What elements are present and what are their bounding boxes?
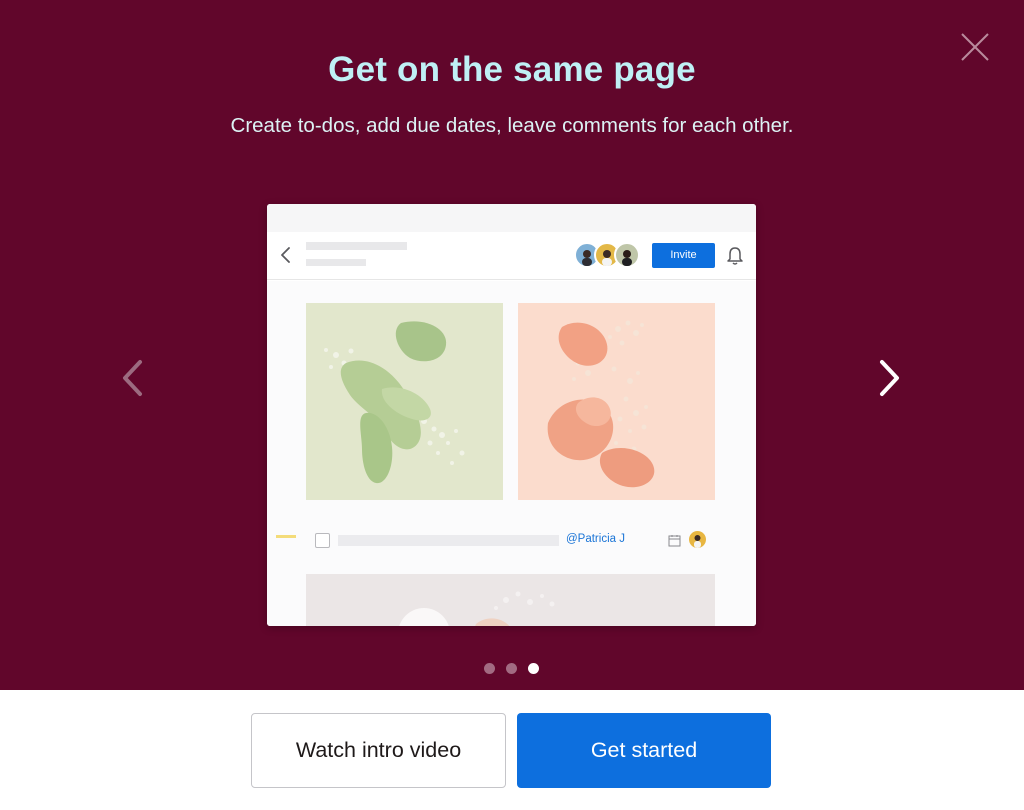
green-swatch-illustration (324, 321, 465, 484)
carousel-dot[interactable] (484, 663, 495, 674)
get-started-button[interactable]: Get started (517, 713, 771, 788)
carousel-pagination (484, 663, 544, 674)
preview-top-strip (267, 204, 756, 232)
chevron-left-icon (123, 360, 142, 396)
page-subtitle: Create to-dos, add due dates, leave comm… (230, 114, 794, 137)
green-product-image[interactable] (306, 303, 503, 500)
calendar-icon[interactable] (668, 534, 681, 547)
assignee-face (694, 535, 701, 548)
task-checkbox[interactable] (315, 533, 330, 548)
peach-swatch-illustration (547, 320, 655, 488)
invite-button[interactable]: Invite (652, 243, 715, 268)
task-mention[interactable]: @Patricia J (566, 533, 625, 545)
carousel-dot[interactable] (506, 663, 517, 674)
avatar-faces (582, 250, 632, 266)
chevron-left-icon[interactable] (279, 246, 293, 264)
task-text-placeholder (338, 535, 559, 546)
page-title: Get on the same page (328, 50, 696, 89)
third-product-image[interactable] (306, 574, 715, 626)
title-placeholder (306, 242, 407, 250)
previous-slide-button[interactable] (113, 352, 153, 404)
peach-product-image[interactable] (518, 303, 715, 500)
subtitle-placeholder (306, 259, 366, 266)
collaborator-avatars[interactable] (574, 242, 642, 270)
feature-preview-card: Invite @Patricia J (267, 204, 756, 626)
preview-body: @Patricia J (267, 281, 756, 626)
carousel-dot[interactable] (528, 663, 539, 674)
onboarding-hero: Get on the same page Create to-dos, add … (0, 0, 1024, 690)
watch-intro-video-button[interactable]: Watch intro video (251, 713, 506, 788)
preview-header: Invite (267, 232, 756, 280)
bell-icon[interactable] (725, 245, 745, 267)
footer-actions: Watch intro video Get started (0, 690, 1024, 810)
assignee-avatar[interactable] (689, 531, 706, 548)
yellow-marker (276, 535, 296, 538)
chevron-right-icon (880, 360, 899, 396)
next-slide-button[interactable] (869, 352, 909, 404)
third-swatch-illustration (399, 591, 555, 626)
